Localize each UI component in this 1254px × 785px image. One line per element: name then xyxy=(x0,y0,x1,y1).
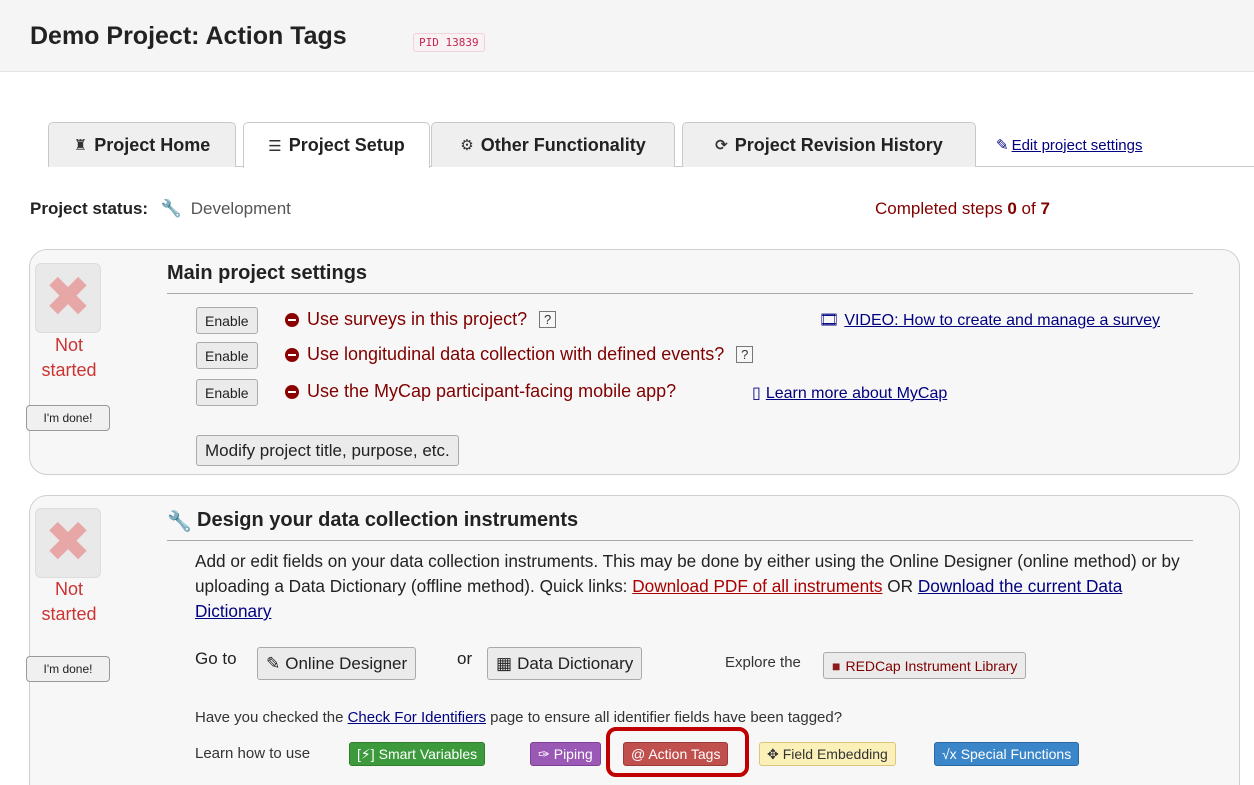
question-surveys: Use surveys in this project? ? xyxy=(285,309,557,330)
disabled-icon xyxy=(285,384,299,399)
status-not: Not xyxy=(54,579,83,599)
enable-longitudinal-button[interactable]: Enable xyxy=(196,342,258,369)
tab-project-setup[interactable]: ☰ Project Setup xyxy=(243,122,430,168)
title-bar: Demo Project: Action Tags PID 13839 xyxy=(0,0,1254,72)
status-label: Project status: xyxy=(30,199,149,218)
explore-label: Explore the xyxy=(725,654,801,671)
mycap-learn-more-link[interactable]: ▯ Learn more about MyCap xyxy=(752,383,947,403)
goto-label: Go to xyxy=(195,649,237,668)
help-icon[interactable]: ? xyxy=(539,311,557,328)
smart-variables-label: Smart Variables xyxy=(378,746,478,762)
tab-label: Project Setup xyxy=(288,135,405,155)
field-embedding-button[interactable]: ✥ Field Embedding xyxy=(759,742,896,766)
video-link-label: VIDEO: How to create and manage a survey xyxy=(844,312,1161,329)
question-mycap: Use the MyCap participant-facing mobile … xyxy=(285,381,676,402)
edit-settings-label: Edit project settings xyxy=(1011,137,1143,154)
piping-label: Piping xyxy=(553,746,593,762)
help-icon[interactable]: ? xyxy=(736,346,754,363)
section-divider xyxy=(167,540,1193,541)
bolt-icon: [⚡] xyxy=(357,745,375,762)
sqrt-icon: √x xyxy=(942,746,957,762)
question-longitudinal: Use longitudinal data collection with de… xyxy=(285,344,754,365)
tab-bar: ♜ Project Home ☰ Project Setup ⚙ Other F… xyxy=(48,122,1254,168)
enable-mycap-button[interactable]: Enable xyxy=(196,379,258,406)
im-done-button[interactable]: I'm done! xyxy=(26,405,110,431)
edit-project-settings-link[interactable]: ✎ Edit project settings xyxy=(996,136,1142,154)
section-title-design: 🔧 Design your data collection instrument… xyxy=(167,509,579,533)
history-icon: ⟳ xyxy=(715,137,728,154)
question-surveys-text: Use surveys in this project? xyxy=(307,309,528,329)
tab-label: Other Functionality xyxy=(480,134,646,155)
learn-label: Learn how to use xyxy=(195,745,311,762)
move-icon: ✥ xyxy=(767,745,779,762)
steps-of: of xyxy=(1021,199,1036,218)
wrench-icon: 🔧 xyxy=(167,511,192,533)
design-description: Add or edit fields on your data collecti… xyxy=(195,549,1195,624)
check-identifiers-link[interactable]: Check For Identifiers xyxy=(348,709,486,726)
edit-icon: ✎ xyxy=(266,653,281,673)
special-functions-button[interactable]: √x Special Functions xyxy=(934,742,1080,766)
pid-badge: PID 13839 xyxy=(413,33,485,52)
piping-button[interactable]: ✑ Piping xyxy=(530,742,601,766)
smart-variables-button[interactable]: [⚡] Smart Variables xyxy=(349,742,486,766)
status-not: Not xyxy=(54,335,83,355)
check-suffix: page to ensure all identifier fields hav… xyxy=(485,709,843,726)
data-dictionary-button[interactable]: ▦ Data Dictionary xyxy=(487,647,643,680)
home-icon: ♜ xyxy=(73,137,88,154)
or-label: or xyxy=(457,649,473,668)
completed-steps: Completed steps 0 of 7 xyxy=(875,199,1050,219)
step-status-text: Not started xyxy=(25,577,113,627)
excel-icon: ▦ xyxy=(496,653,513,673)
steps-done: 0 xyxy=(1007,199,1017,218)
tab-label: Project Home xyxy=(94,134,211,155)
action-tags-highlight xyxy=(606,727,749,777)
mycap-link-label: Learn more about MyCap xyxy=(765,385,948,402)
instrument-library-button[interactable]: ■ REDCap Instrument Library xyxy=(823,652,1027,679)
special-functions-label: Special Functions xyxy=(960,746,1072,762)
tab-project-revision-history[interactable]: ⟳ Project Revision History xyxy=(682,122,976,167)
instrument-library-label: REDCap Instrument Library xyxy=(845,657,1018,674)
film-icon: 🎞 xyxy=(819,312,840,329)
modify-project-title-button[interactable]: Modify project title, purpose, etc. xyxy=(196,435,459,466)
wrench-icon: 🔧 xyxy=(160,199,182,218)
online-designer-label: Online Designer xyxy=(285,653,408,673)
question-mycap-text: Use the MyCap participant-facing mobile … xyxy=(307,381,677,401)
list-icon: ☰ xyxy=(268,137,282,155)
not-started-icon: ✖ xyxy=(35,508,101,578)
or-text: OR xyxy=(882,576,918,596)
data-dictionary-label: Data Dictionary xyxy=(517,653,634,673)
steps-total: 7 xyxy=(1040,199,1050,218)
project-status: Project status: 🔧 Development xyxy=(30,199,291,219)
disabled-icon xyxy=(285,347,299,362)
enable-surveys-button[interactable]: Enable xyxy=(196,307,258,334)
download-pdf-link[interactable]: Download PDF of all instruments xyxy=(632,576,882,596)
tab-project-home[interactable]: ♜ Project Home xyxy=(48,122,236,167)
status-started: started xyxy=(41,360,97,380)
mobile-icon: ▯ xyxy=(752,385,761,402)
status-started: started xyxy=(41,604,97,624)
tab-other-functionality[interactable]: ⚙ Other Functionality xyxy=(431,122,675,167)
library-icon: ■ xyxy=(832,657,841,674)
online-designer-button[interactable]: ✎ Online Designer xyxy=(257,647,417,680)
check-identifiers-text: Have you checked the Check For Identifie… xyxy=(195,709,842,726)
disabled-icon xyxy=(285,312,299,327)
check-prefix: Have you checked the xyxy=(195,709,348,726)
tab-label: Project Revision History xyxy=(734,134,943,155)
step-status-text: Not started xyxy=(25,333,113,383)
design-title-text: Design your data collection instruments xyxy=(197,509,579,531)
page-title: Demo Project: Action Tags xyxy=(30,22,347,50)
edit-icon: ✎ xyxy=(996,137,1009,154)
pen-icon: ✑ xyxy=(538,745,550,762)
video-survey-link[interactable]: 🎞 VIDEO: How to create and manage a surve… xyxy=(819,310,1160,330)
field-embedding-label: Field Embedding xyxy=(782,746,888,762)
gear-icon: ⚙ xyxy=(460,137,474,154)
not-started-icon: ✖ xyxy=(35,263,101,333)
section-divider xyxy=(167,293,1193,294)
section-title-main-settings: Main project settings xyxy=(167,262,368,284)
im-done-button[interactable]: I'm done! xyxy=(26,656,110,682)
question-longitudinal-text: Use longitudinal data collection with de… xyxy=(307,344,725,364)
status-value: Development xyxy=(190,199,291,218)
steps-prefix: Completed steps xyxy=(875,199,1003,218)
